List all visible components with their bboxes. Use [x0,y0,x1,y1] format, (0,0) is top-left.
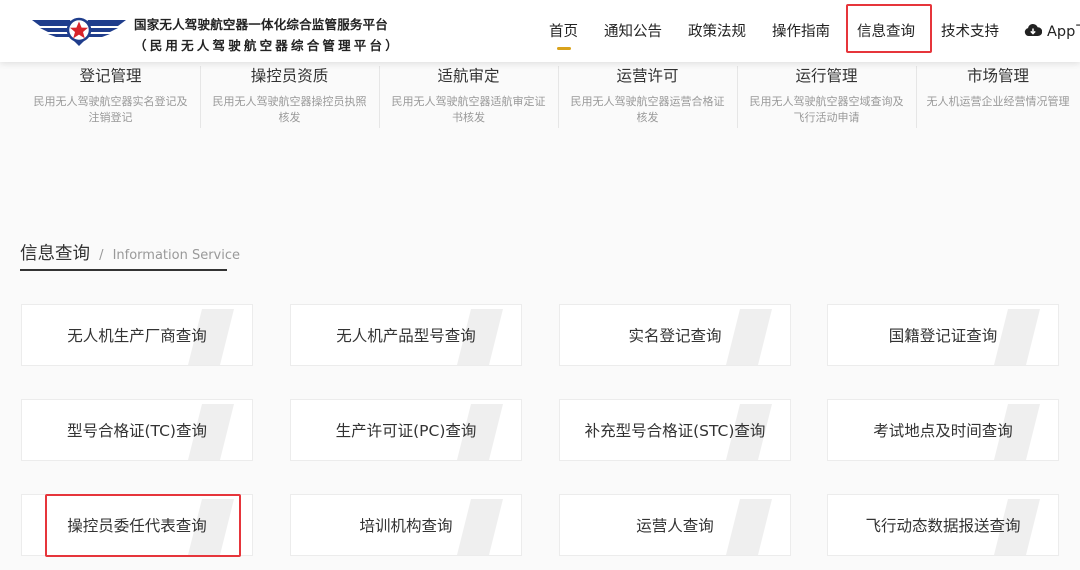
nav-item-info-query[interactable]: 信息查询 [857,20,915,41]
service-title: 登记管理 [79,67,142,85]
service-desc: 无人机运营企业经营情况管理 [926,95,1070,108]
query-card-pc[interactable]: 生产许可证(PC)查询 [290,399,522,461]
brand-title-line2: （民用无人驾驶航空器综合管理平台） [134,38,401,53]
nav-item-tech-support[interactable]: 技术支持 [941,20,999,41]
section-separator: / [99,248,104,263]
card-label: 型号合格证(TC)查询 [67,422,207,440]
service-desc: 民用无人驾驶航空器运营合格证核发 [570,95,725,124]
brand-title-line1: 国家无人驾驶航空器一体化综合监管服务平台 [134,17,389,32]
card-label: 无人机产品型号查询 [336,327,476,345]
section-underline [20,269,227,271]
service-market-management[interactable]: 市场管理 无人机运营企业经营情况管理 [916,62,1080,134]
query-card-operator-representative[interactable]: 操控员委任代表查询 [21,494,253,556]
query-card-training-org[interactable]: 培训机构查询 [290,494,522,556]
card-label: 飞行动态数据报送查询 [865,517,1021,535]
card-label: 生产许可证(PC)查询 [335,422,477,440]
service-airworthiness[interactable]: 适航审定 民用无人驾驶航空器适航审定证书核发 [379,62,558,134]
service-title: 运营许可 [616,67,679,85]
nav-item-app-download[interactable]: App下 [1047,20,1080,41]
query-card-exam-schedule[interactable]: 考试地点及时间查询 [827,399,1059,461]
brand-title: 国家无人驾驶航空器一体化综合监管服务平台 （民用无人驾驶航空器综合管理平台） [134,14,401,54]
query-card-flight-data[interactable]: 飞行动态数据报送查询 [827,494,1059,556]
service-title: 适航审定 [437,67,500,85]
nav-item-policies[interactable]: 政策法规 [688,20,746,41]
service-operation-license[interactable]: 运营许可 民用无人驾驶航空器运营合格证核发 [558,62,737,134]
card-label: 补充型号合格证(STC)查询 [584,422,766,440]
card-label: 培训机构查询 [359,517,453,535]
service-operator-qualification[interactable]: 操控员资质 民用无人驾驶航空器操控员执照核发 [200,62,379,134]
card-label: 考试地点及时间查询 [873,422,1013,440]
card-label: 实名登记查询 [628,327,722,345]
nav-item-home[interactable]: 首页 [549,20,578,50]
card-label: 操控员委任代表查询 [67,517,207,535]
service-desc: 民用无人驾驶航空器实名登记及注销登记 [33,95,188,124]
service-desc: 民用无人驾驶航空器适航审定证书核发 [391,95,546,124]
nav-item-notices[interactable]: 通知公告 [604,20,662,41]
top-header: 国家无人驾驶航空器一体化综合监管服务平台 （民用无人驾驶航空器综合管理平台） 首… [0,0,1080,62]
service-strip: 登记管理 民用无人驾驶航空器实名登记及注销登记 操控员资质 民用无人驾驶航空器操… [0,62,1080,134]
query-card-real-name[interactable]: 实名登记查询 [559,304,791,366]
nav-item-guide[interactable]: 操作指南 [772,20,830,41]
card-label: 运营人查询 [636,517,714,535]
service-operations-management[interactable]: 运行管理 民用无人驾驶航空器空域查询及飞行活动申请 [737,62,916,134]
cloud-download-icon[interactable] [1024,23,1042,37]
query-card-tc[interactable]: 型号合格证(TC)查询 [21,399,253,461]
section-subtitle: Information Service [112,248,241,263]
query-card-product-model[interactable]: 无人机产品型号查询 [290,304,522,366]
card-label: 无人机生产厂商查询 [67,327,207,345]
section-title: 信息查询 [20,244,90,264]
query-card-manufacturer[interactable]: 无人机生产厂商查询 [21,304,253,366]
wings-star-logo-icon[interactable] [30,12,128,48]
card-label: 国籍登记证查询 [888,327,998,345]
section-header: 信息查询 / Information Service [20,240,240,265]
service-desc: 民用无人驾驶航空器空域查询及飞行活动申请 [749,95,904,124]
service-title: 操控员资质 [250,67,329,85]
service-registration[interactable]: 登记管理 民用无人驾驶航空器实名登记及注销登记 [21,62,200,134]
query-card-stc[interactable]: 补充型号合格证(STC)查询 [559,399,791,461]
service-title: 运行管理 [795,67,858,85]
query-card-nationality-cert[interactable]: 国籍登记证查询 [827,304,1059,366]
query-card-operator[interactable]: 运营人查询 [559,494,791,556]
service-title: 市场管理 [966,67,1029,85]
service-desc: 民用无人驾驶航空器操控员执照核发 [212,95,367,124]
